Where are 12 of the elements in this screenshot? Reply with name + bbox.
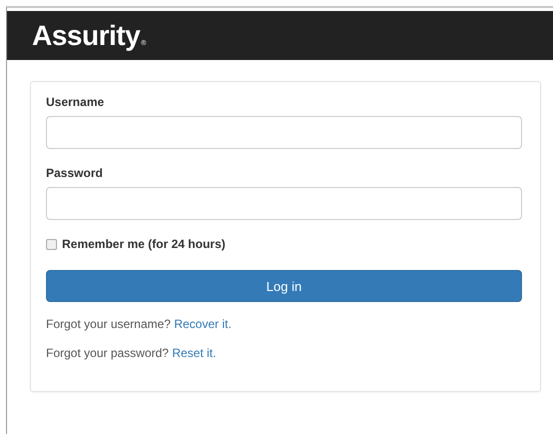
field-label: Password xyxy=(46,166,104,180)
login-button[interactable]: Log in xyxy=(46,270,522,302)
field-label: Username xyxy=(46,95,106,109)
password-field[interactable] xyxy=(46,187,522,220)
remember-checkbox[interactable] xyxy=(46,238,57,250)
username-field[interactable] xyxy=(46,116,522,149)
logo: Assurity xyxy=(32,22,140,50)
help-link[interactable]: Recover it. xyxy=(174,317,232,331)
remember-label: Remember me (for 24 hours) xyxy=(62,237,226,251)
help-text: Forgot your password? Reset it. xyxy=(46,346,218,361)
help-text: Forgot your username? Recover it. xyxy=(46,317,232,332)
help-link[interactable]: Reset it. xyxy=(172,346,216,360)
